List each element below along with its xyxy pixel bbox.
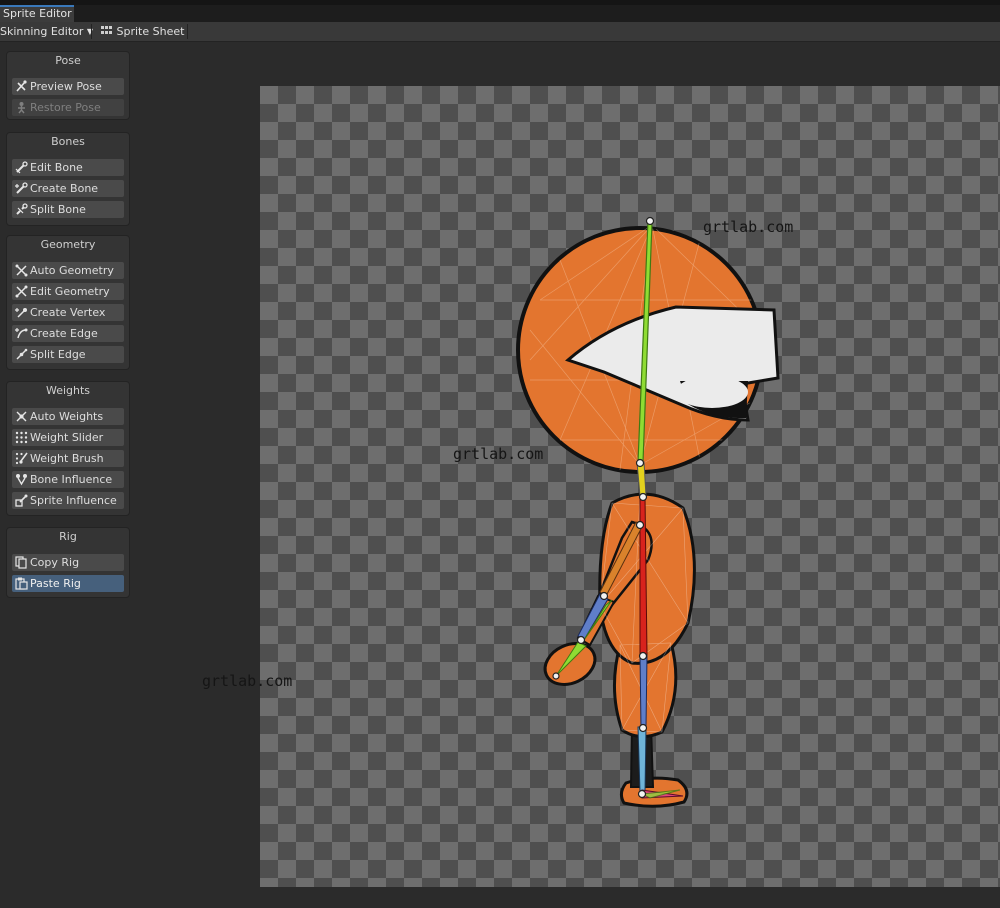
watermark-text: grtlab.com bbox=[703, 218, 794, 236]
watermark-text: grtlab.com bbox=[202, 672, 293, 690]
watermark-text: grtlab.com bbox=[453, 445, 544, 463]
